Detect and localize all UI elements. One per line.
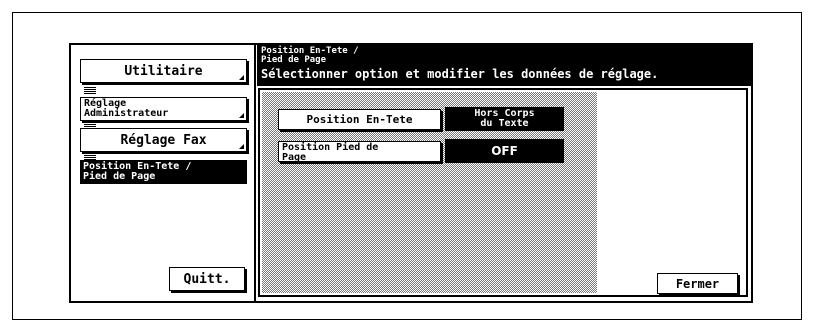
quitt-button-label: Quitt. — [183, 272, 231, 287]
position-pied-value-text: OFF — [491, 144, 518, 158]
reglage-fax-tab[interactable]: Réglage Fax — [80, 128, 247, 152]
position-entete-value: Hors Corps du Texte — [445, 107, 564, 131]
instruction-text: Sélectionner option et modifier les donn… — [261, 67, 659, 81]
page-title: Position En-Tete / Pied de Page — [261, 46, 359, 65]
position-entete-value-text: Hors Corps du Texte — [474, 108, 535, 129]
utilitaire-tab-label: Utilitaire — [124, 64, 203, 79]
position-entete-pied-tab-label: Position En-Tete / Pied de Page — [83, 161, 192, 182]
position-entete-button[interactable]: Position En-Tete — [278, 109, 441, 130]
position-pied-label: Position Pied de Page — [282, 142, 379, 163]
tab-connector — [84, 87, 96, 94]
reglage-administrateur-label: Réglage Administrateur — [84, 98, 169, 119]
header-bar: Position En-Tete / Pied de Page Sélectio… — [257, 45, 751, 86]
utilitaire-tab[interactable]: Utilitaire — [80, 59, 247, 83]
reglage-administrateur-tab[interactable]: Réglage Administrateur — [80, 97, 247, 121]
fermer-button-label: Fermer — [675, 277, 720, 291]
quitt-button[interactable]: Quitt. — [169, 267, 245, 291]
fermer-button[interactable]: Fermer — [657, 273, 738, 294]
position-entete-label: Position En-Tete — [306, 113, 413, 126]
position-pied-button[interactable]: Position Pied de Page — [278, 141, 441, 163]
options-area: Position En-Tete Hors Corps du Texte Pos… — [262, 92, 597, 293]
sidebar: Utilitaire Réglage Administrateur Réglag… — [71, 45, 256, 301]
control-panel-screen: Utilitaire Réglage Administrateur Réglag… — [69, 43, 753, 303]
position-entete-pied-tab[interactable]: Position En-Tete / Pied de Page — [80, 160, 247, 184]
reglage-fax-label: Réglage Fax — [120, 133, 207, 148]
position-pied-value: OFF — [445, 139, 564, 163]
settings-panel: Position En-Tete Hors Corps du Texte Pos… — [258, 88, 748, 297]
tab-connector — [84, 153, 96, 160]
